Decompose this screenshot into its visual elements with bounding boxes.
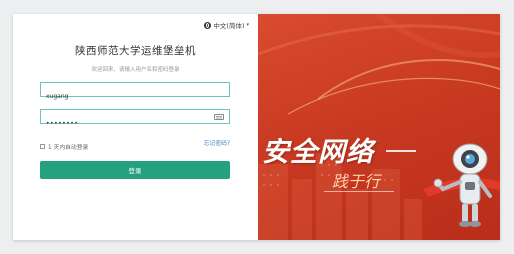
remember-label: 1 天内自动登录 [48, 145, 89, 151]
remember-login[interactable]: 1 天内自动登录 [40, 142, 88, 151]
username-input[interactable] [41, 90, 229, 103]
language-label: 中文(简体) [213, 22, 245, 30]
page-title: 陕西师范大学运维堡垒机 [75, 45, 196, 57]
username-field-wrapper [40, 82, 230, 103]
login-panel: 中文(简体) ▾ 陕西师范大学运维堡垒机 欢迎回来，请输入用户名和密码登录 1 … [13, 14, 258, 240]
login-button[interactable]: 登录 [40, 161, 230, 179]
banner-illustration [258, 14, 500, 240]
login-card: 中文(简体) ▾ 陕西师范大学运维堡垒机 欢迎回来，请输入用户名和密码登录 1 … [13, 14, 500, 240]
page-subtitle: 欢迎回来，请输入用户名和密码登录 [91, 67, 180, 73]
robot-mascot [423, 143, 500, 227]
banner-slogan-sub: 践于行 [332, 172, 381, 191]
banner-panel: 安全网络 践于行 [258, 14, 500, 240]
slogan-divider [386, 150, 416, 152]
password-input[interactable] [41, 117, 229, 130]
keyboard-icon[interactable] [214, 113, 224, 120]
forgot-password-link[interactable]: 忘记密码? [204, 138, 230, 147]
password-field-wrapper [40, 109, 230, 130]
language-selector[interactable]: 中文(简体) ▾ [204, 20, 249, 30]
banner-slogan-main: 安全网络 [262, 137, 374, 168]
slogan-underline [324, 191, 394, 192]
globe-icon [204, 21, 212, 29]
chevron-down-icon: ▾ [246, 22, 249, 28]
remember-checkbox[interactable] [40, 144, 45, 149]
